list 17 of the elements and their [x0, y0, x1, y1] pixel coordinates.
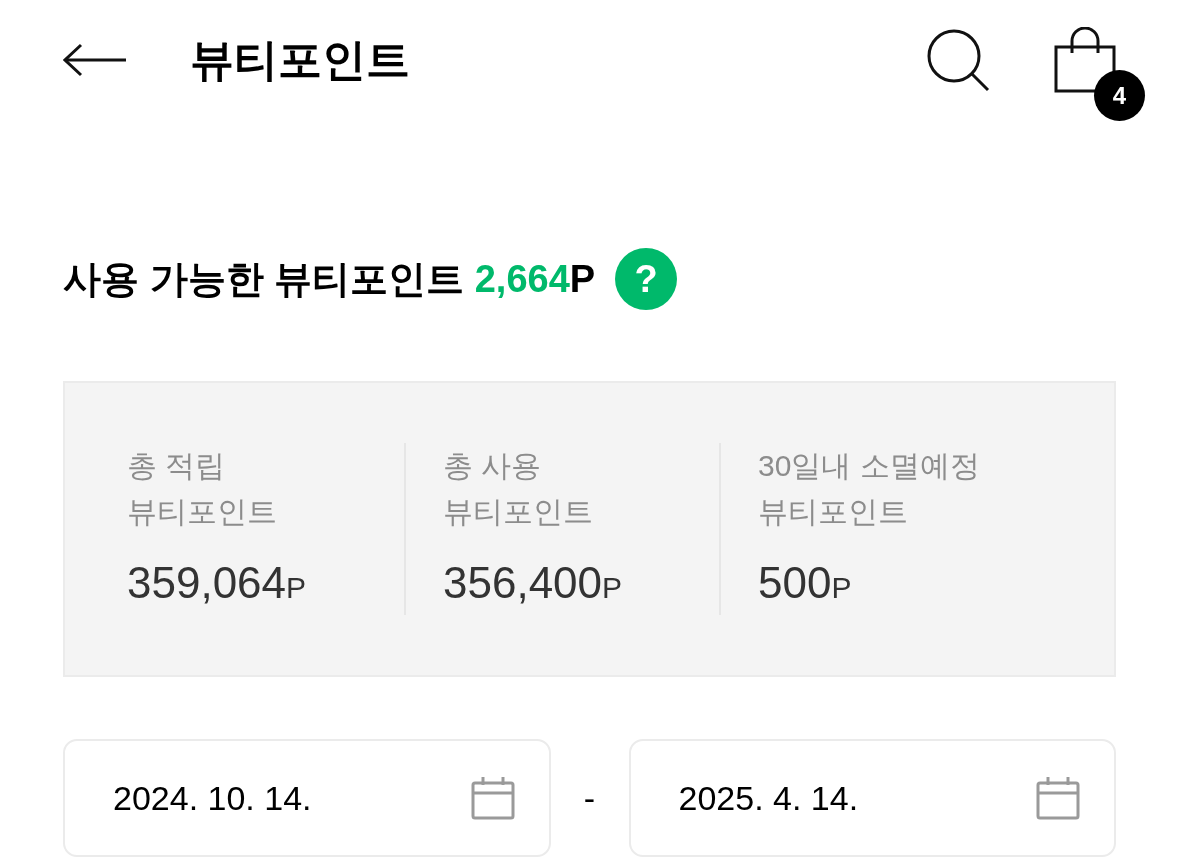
summary-value: 359,064P: [127, 556, 308, 609]
date-field[interactable]: 2025. 4. 14.: [628, 739, 1116, 857]
calendar-icon: [470, 776, 515, 820]
summary-value: 356,400P: [443, 556, 624, 609]
available-points-heading: 사용 가능한 뷰티포인트 2,664P: [63, 260, 596, 298]
summary-label: 총 적립 뷰티포인트: [127, 447, 278, 530]
summary-label: 총 사용 뷰티포인트: [443, 447, 594, 530]
page-title: 뷰티포인트: [190, 38, 410, 82]
summary-label: 30일내 소멸예정 뷰티포인트: [758, 447, 981, 530]
calendar-icon: [1036, 776, 1080, 820]
date-separator: -: [582, 781, 597, 815]
summary-value: 500P: [758, 556, 853, 609]
search-icon: [926, 28, 990, 92]
date-field[interactable]: 2024. 10. 14.: [63, 739, 551, 857]
search-button[interactable]: [926, 28, 990, 92]
back-arrow-icon: [63, 43, 127, 77]
cart-count-badge: 4: [1094, 70, 1145, 121]
